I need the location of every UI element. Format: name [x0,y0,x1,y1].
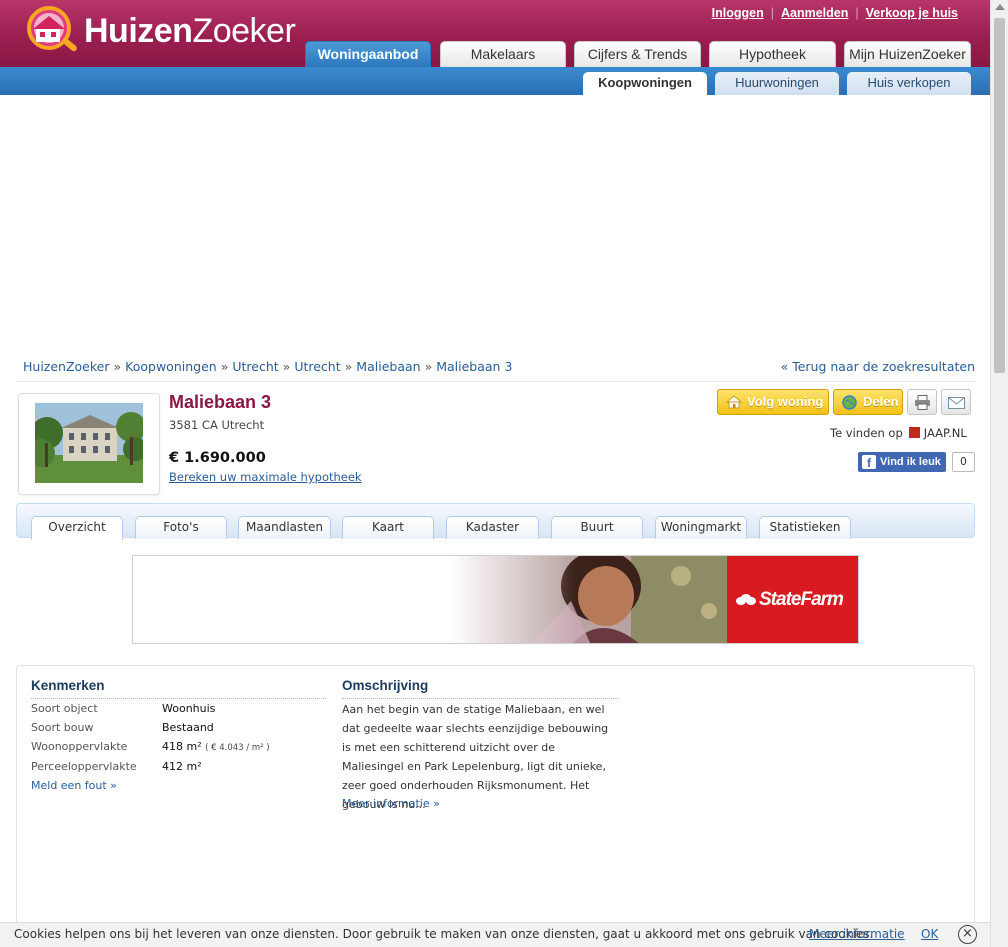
breadcrumb-item[interactable]: Koopwoningen [125,359,217,374]
subtab-huis-verkopen[interactable]: Huis verkopen [847,72,971,95]
sell-house-link[interactable]: Verkoop je huis [866,6,958,20]
vertical-scrollbar[interactable] [990,0,1008,947]
advertisement-banner[interactable]: StateFarm [132,555,859,644]
feature-label: Soort object [31,702,98,715]
jaap-logo-icon [908,427,920,438]
feature-value: Bestaand [162,721,214,734]
feature-value: Woonhuis [162,702,216,715]
tab-woningaanbod[interactable]: Woningaanbod [305,41,431,67]
report-error-link[interactable]: Meld een fout » [31,779,117,792]
facebook-like-button[interactable]: f Vind ik leuk [858,452,946,472]
breadcrumb-separator: » [220,359,229,374]
facebook-like-count: 0 [952,452,975,472]
globe-share-icon [842,395,857,410]
close-icon[interactable]: × [958,925,977,944]
tab-maandlasten[interactable]: Maandlasten [238,516,331,539]
living-area-value: 418 m² [162,740,202,753]
property-title: Maliebaan 3 [169,392,272,412]
property-address: 3581 CA Utrecht [169,418,265,432]
breadcrumb-item[interactable]: HuizenZoeker [23,359,110,374]
feature-label: Woonoppervlakte [31,740,128,753]
tab-fotos[interactable]: Foto's [135,516,227,539]
site-logo-text: HuizenZoeker [84,12,296,50]
breadcrumb-separator: » [424,359,433,374]
share-label: Delen [863,394,899,409]
price-per-m2: ( € 4.043 / m² ) [205,743,270,753]
divider [16,381,975,382]
house-icon [726,395,742,409]
house-magnifier-logo-icon [27,6,77,52]
link-separator: | [770,6,774,20]
description-heading: Omschrijving [342,678,429,693]
ad-brand-name: StateFarm [759,589,844,610]
facebook-like-label: Vind ik leuk [880,456,941,468]
breadcrumb: HuizenZoeker» Koopwoningen» Utrecht» Utrech… [23,359,512,374]
link-separator: | [855,6,859,20]
jaap-link[interactable]: JAAP.NL [924,426,967,440]
feature-label: Soort bouw [31,721,94,734]
calculate-mortgage-link[interactable]: Bereken uw maximale hypotheek [169,470,362,484]
site-logo[interactable]: HuizenZoeker [22,6,302,60]
tab-hypotheek[interactable]: Hypotheek [709,41,836,67]
tab-makelaars[interactable]: Makelaars [440,41,566,67]
back-to-results-link[interactable]: « Terug naar de zoekresultaten [781,359,975,374]
feature-value: 418 m² ( € 4.043 / m² ) [162,740,270,753]
scrollbar-thumb[interactable] [994,18,1005,373]
follow-property-button[interactable]: Volg woning [717,389,829,415]
cookie-consent-bar: Cookies helpen ons bij het leveren van o… [0,922,990,947]
breadcrumb-separator: » [282,359,291,374]
follow-property-label: Volg woning [747,394,824,409]
breadcrumb-separator: » [344,359,353,374]
share-button[interactable]: Delen [833,389,903,415]
tab-kaart[interactable]: Kaart [342,516,434,539]
breadcrumb-item[interactable]: Utrecht [294,359,340,374]
print-button[interactable] [907,389,937,415]
tab-woningmarkt[interactable]: Woningmarkt [655,516,747,539]
property-detail-tabs: Overzicht Foto's Maandlasten Kaart Kadas… [16,503,975,540]
tab-cijfers-trends[interactable]: Cijfers & Trends [574,41,701,67]
cookie-ok-button[interactable]: OK [921,923,938,946]
breadcrumb-item-current[interactable]: Maliebaan 3 [436,359,512,374]
found-on-label: Te vinden op [830,426,903,440]
breadcrumb-item[interactable]: Utrecht [232,359,278,374]
printer-icon [915,395,930,410]
site-header: HuizenZoeker Inloggen | Aanmelden | Verkoop … [0,0,990,67]
subtab-koopwoningen[interactable]: Koopwoningen [583,72,707,95]
ad-photo [451,556,727,643]
statefarm-logo-icon [736,594,756,605]
cookie-more-info-link[interactable]: Meer informatie [809,923,905,946]
breadcrumb-separator: » [113,359,122,374]
sub-navigation: Koopwoningen Huurwoningen Huis verkopen [0,67,990,95]
property-photo[interactable] [35,403,143,483]
features-heading: Kenmerken [31,678,105,693]
register-link[interactable]: Aanmelden [781,6,848,20]
tab-overzicht[interactable]: Overzicht [31,516,123,540]
property-price: € 1.690.000 [169,450,266,466]
login-link[interactable]: Inloggen [712,6,764,20]
scroll-up-arrow-icon[interactable] [995,4,1005,10]
facebook-icon: f [862,455,876,470]
property-photo-frame[interactable] [18,393,160,495]
divider [342,698,618,699]
subtab-huurwoningen[interactable]: Huurwoningen [715,72,839,95]
more-info-link[interactable]: Meer informatie » [342,797,440,810]
breadcrumb-item[interactable]: Maliebaan [356,359,420,374]
envelope-icon [948,397,965,409]
tab-buurt[interactable]: Buurt [551,516,643,539]
tab-kadaster[interactable]: Kadaster [446,516,539,539]
found-on-info: Te vinden op JAAP.NL [830,426,967,440]
feature-label: Perceeloppervlakte [31,760,137,773]
divider [31,698,326,699]
cookie-message: Cookies helpen ons bij het leveren van o… [14,927,874,941]
account-links: Inloggen | Aanmelden | Verkoop je huis [712,6,958,20]
tab-mijn-huizenzoeker[interactable]: Mijn HuizenZoeker [844,41,971,67]
tab-statistieken[interactable]: Statistieken [759,516,851,539]
feature-value: 412 m² [162,760,202,773]
email-button[interactable] [941,389,971,415]
